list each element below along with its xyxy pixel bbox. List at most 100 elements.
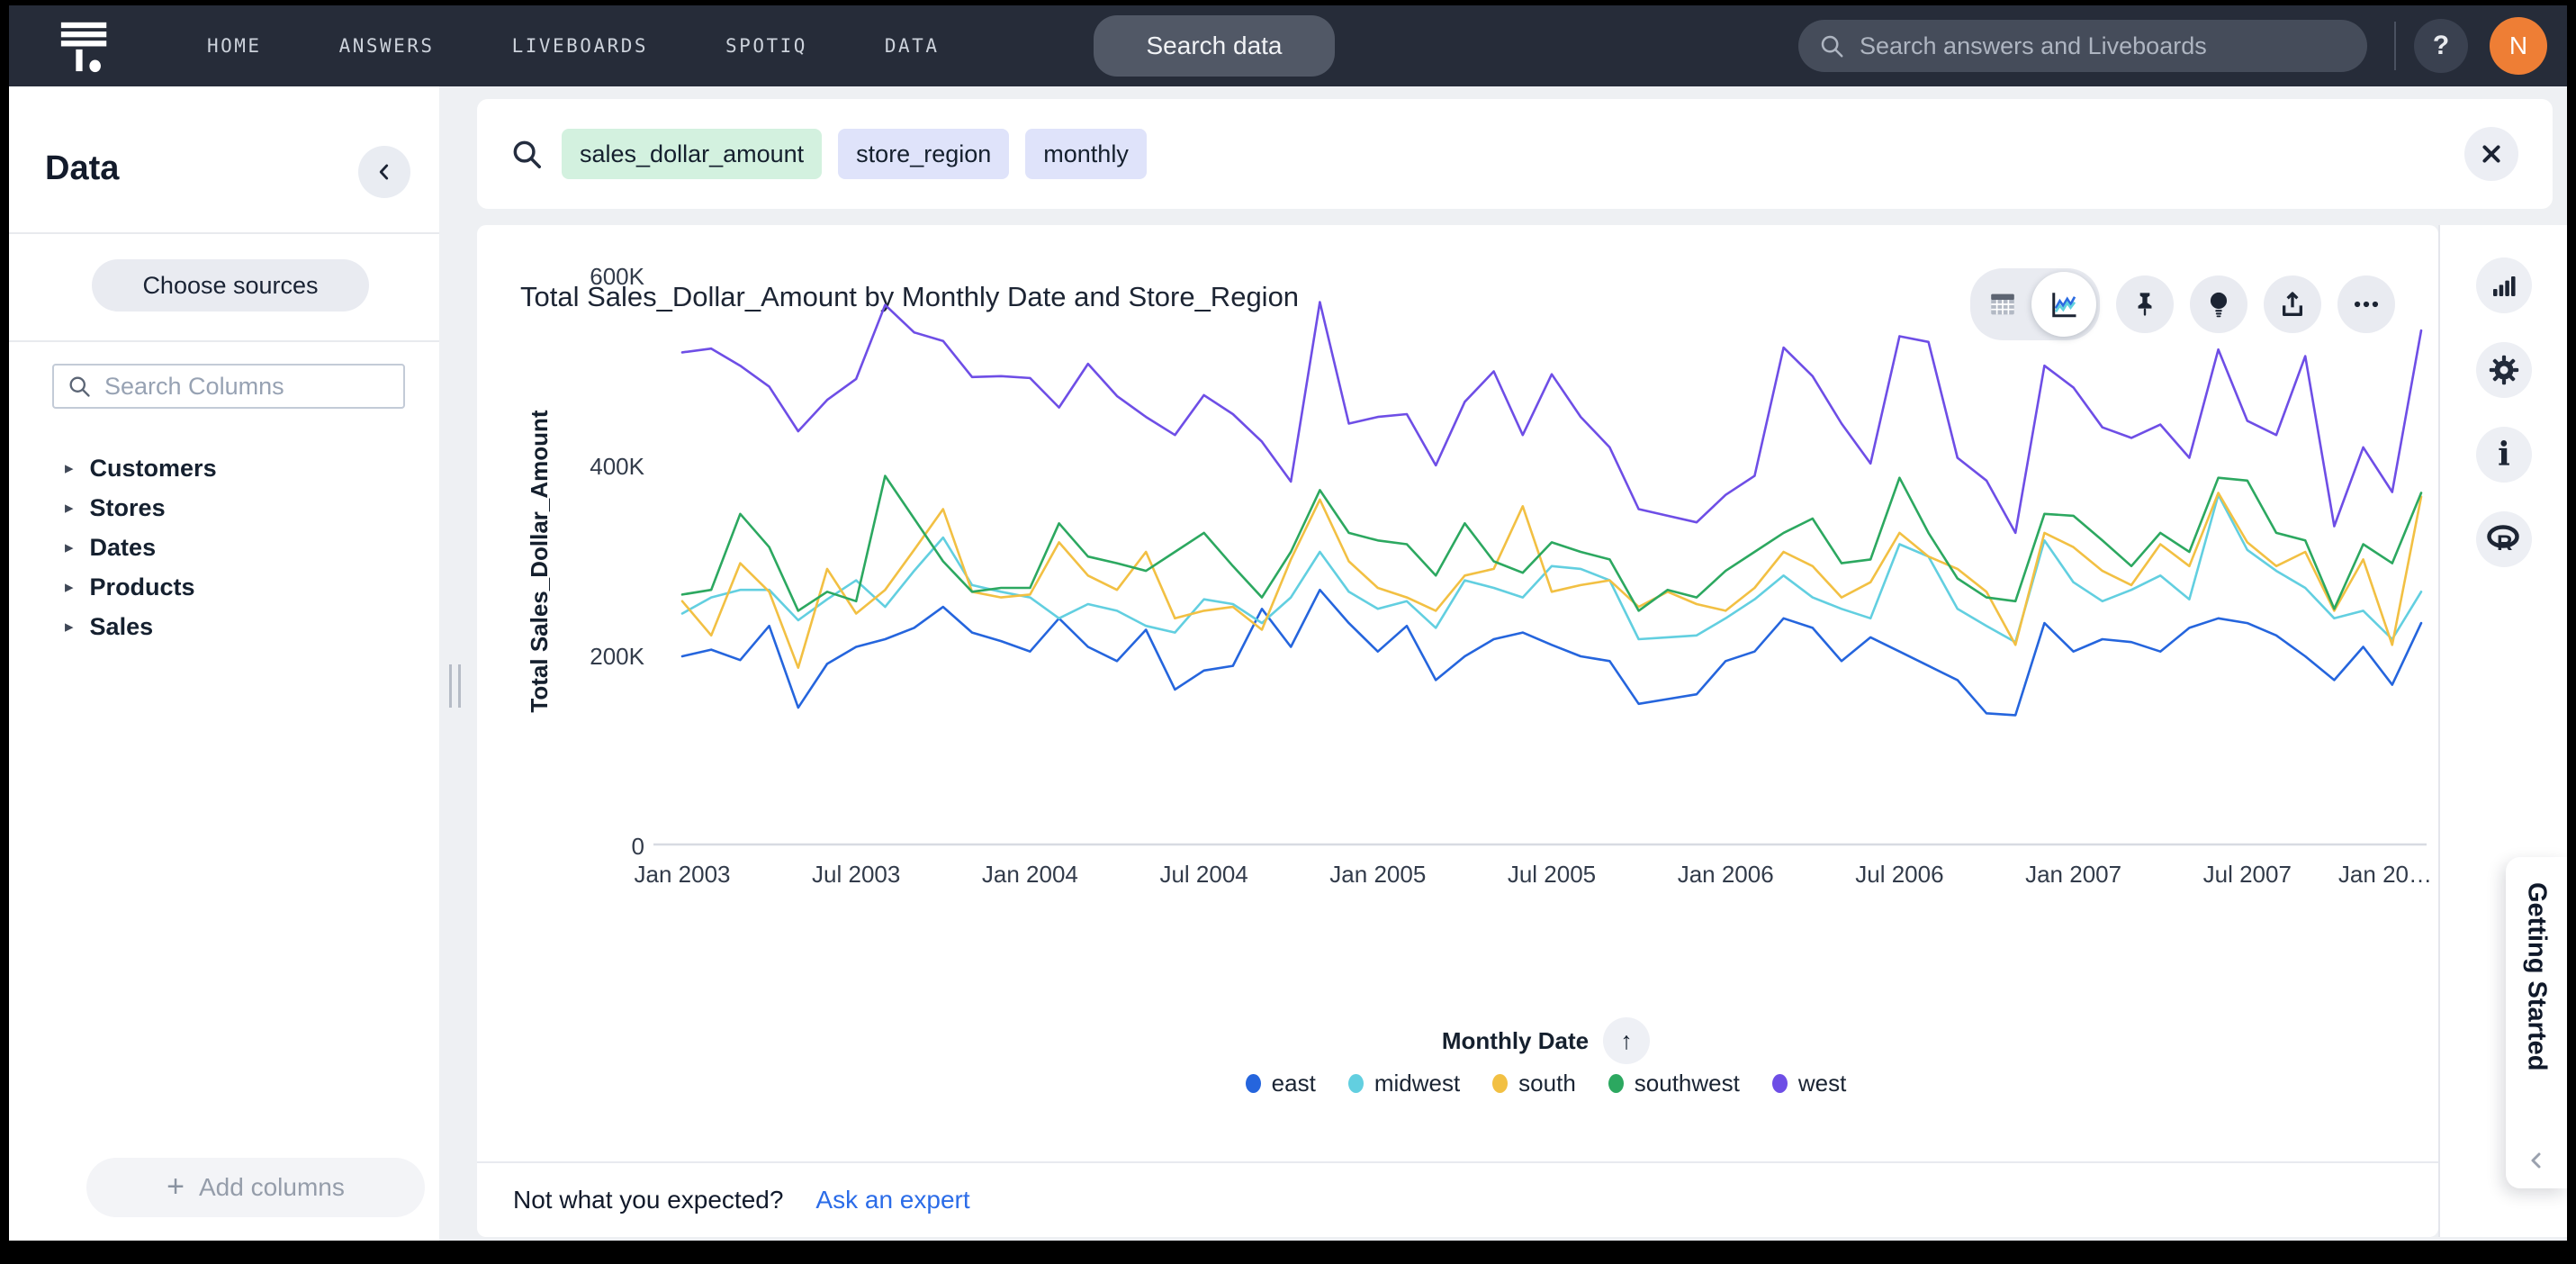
clear-search-button[interactable] (2464, 127, 2518, 181)
info-button[interactable]: i (2476, 427, 2532, 483)
legend-dot-icon (1608, 1074, 1624, 1093)
nav-item-data[interactable]: DATA (885, 35, 940, 57)
tree-item-stores[interactable]: ▸ Stores (65, 488, 217, 528)
legend-dot-icon (1348, 1074, 1364, 1093)
caret-right-icon[interactable]: ▸ (65, 618, 74, 636)
close-icon (2480, 142, 2503, 166)
top-nav: HOME ANSWERS LIVEBOARDS SPOTIQ DATA Search d… (9, 5, 2567, 86)
tree-item-label: Dates (90, 534, 157, 562)
svg-text:400K: 400K (590, 453, 644, 480)
svg-text:Jul 2003: Jul 2003 (812, 861, 900, 888)
legend-label: south (1518, 1070, 1576, 1097)
svg-text:Jan 2004: Jan 2004 (982, 861, 1078, 888)
chevron-left-icon (373, 160, 396, 184)
plus-icon: + (167, 1171, 185, 1202)
legend-item-east[interactable]: east (1246, 1070, 1316, 1097)
tree-item-label: Products (90, 573, 195, 601)
legend-dot-icon (1772, 1074, 1788, 1093)
line-chart[interactable]: Total Sales_Dollar_Amount 0 200K 400K 600K Ja… (477, 225, 2438, 1017)
svg-text:Jul 2007: Jul 2007 (2203, 861, 2292, 888)
series-line-east[interactable] (682, 590, 2421, 715)
nav-item-spotiq[interactable]: SPOTIQ (725, 35, 807, 57)
svg-text:600K: 600K (590, 263, 644, 290)
search-token-sales_dollar_amount[interactable]: sales_dollar_amount (562, 129, 822, 179)
settings-button[interactable] (2476, 342, 2532, 398)
answer-footer: Not what you expected? Ask an expert (477, 1161, 2438, 1237)
tree-item-label: Customers (90, 455, 217, 483)
tree-item-customers[interactable]: ▸ Customers (65, 448, 217, 488)
svg-text:Jul 2006: Jul 2006 (1855, 861, 1943, 888)
avatar[interactable]: N (2490, 17, 2547, 75)
tree-item-label: Sales (90, 613, 154, 641)
search-data-button[interactable]: Search data (1094, 15, 1335, 77)
arrow-up-icon: ↑ (1620, 1027, 1633, 1055)
add-columns-button[interactable]: + Add columns (86, 1158, 425, 1217)
svg-text:Jan 2006: Jan 2006 (1678, 861, 1774, 888)
search-token-monthly[interactable]: monthly (1025, 129, 1147, 179)
legend-item-midwest[interactable]: midwest (1348, 1070, 1460, 1097)
svg-text:Jan 2005: Jan 2005 (1329, 861, 1426, 888)
search-columns-input[interactable]: Search Columns (52, 364, 405, 409)
panel-resize-handle[interactable] (449, 664, 461, 708)
search-icon (1818, 32, 1845, 59)
legend-label: west (1798, 1070, 1846, 1097)
chart-config-button[interactable] (2476, 257, 2532, 313)
choose-sources-button[interactable]: Choose sources (92, 259, 369, 311)
svg-text:Jan 2003: Jan 2003 (635, 861, 731, 888)
tree-item-products[interactable]: ▸ Products (65, 567, 217, 607)
nav-item-liveboards[interactable]: LIVEBOARDS (512, 35, 648, 57)
sidebar-collapse-button[interactable] (358, 146, 410, 198)
x-axis-title: Monthly Date (1442, 1027, 1589, 1055)
source-tree: ▸ Customers ▸ Stores ▸ Dates ▸ Products ▸ Sales (65, 448, 217, 646)
search-icon (67, 374, 92, 399)
sort-ascending-button[interactable]: ↑ (1603, 1017, 1650, 1064)
tree-item-dates[interactable]: ▸ Dates (65, 528, 217, 567)
getting-started-label: Getting Started (2522, 882, 2552, 1070)
thoughtspot-logo-icon[interactable] (56, 16, 115, 76)
svg-text:Jan 20…: Jan 20… (2338, 861, 2432, 888)
nav-item-answers[interactable]: ANSWERS (339, 35, 435, 57)
series-line-west[interactable] (682, 302, 2421, 533)
sidebar-title: Data (45, 149, 119, 188)
answer-card: Total Sales_Dollar_Amount by Monthly Dat… (477, 225, 2438, 1237)
legend-label: east (1272, 1070, 1316, 1097)
caret-right-icon[interactable]: ▸ (65, 539, 74, 556)
legend-item-west[interactable]: west (1772, 1070, 1846, 1097)
nav-menu: HOME ANSWERS LIVEBOARDS SPOTIQ DATA (207, 5, 939, 86)
chevron-left-icon[interactable] (2526, 1150, 2547, 1176)
help-button[interactable]: ? (2414, 19, 2468, 73)
svg-text:Total Sales_Dollar_Amount: Total Sales_Dollar_Amount (526, 410, 553, 712)
series-line-south[interactable] (682, 493, 2421, 668)
data-sidebar: Data Choose sources Search Columns ▸ Cust… (9, 86, 439, 1241)
search-icon (509, 137, 544, 171)
gear-icon (2488, 354, 2520, 386)
r-logo-icon: R (2486, 524, 2522, 555)
bar-chart-icon (2490, 271, 2518, 300)
caret-right-icon[interactable]: ▸ (65, 460, 74, 477)
tree-item-sales[interactable]: ▸ Sales (65, 607, 217, 646)
search-columns-placeholder: Search Columns (104, 373, 284, 401)
tree-item-label: Stores (90, 494, 166, 522)
svg-text:Jul 2004: Jul 2004 (1159, 861, 1247, 888)
nav-item-home[interactable]: HOME (207, 35, 262, 57)
svg-text:0: 0 (632, 833, 644, 860)
x-axis-label-row: Monthly Date ↑ (653, 1017, 2438, 1064)
legend-item-southwest[interactable]: southwest (1608, 1070, 1740, 1097)
legend-item-south[interactable]: south (1492, 1070, 1576, 1097)
r-analysis-button[interactable]: R (2476, 511, 2532, 567)
nav-divider (2394, 22, 2396, 70)
global-search-placeholder: Search answers and Liveboards (1860, 32, 2207, 60)
search-token-store_region[interactable]: store_region (838, 129, 1009, 179)
footer-question: Not what you expected? (513, 1186, 783, 1214)
series-line-midwest[interactable] (682, 495, 2421, 643)
ask-an-expert-link[interactable]: Ask an expert (815, 1186, 969, 1214)
getting-started-panel[interactable]: Getting Started (2506, 857, 2567, 1188)
svg-text:200K: 200K (590, 643, 644, 670)
search-token-bar[interactable]: sales_dollar_amount store_region monthly (477, 99, 2553, 209)
token-list: sales_dollar_amount store_region monthly (562, 129, 1147, 179)
global-search-input[interactable]: Search answers and Liveboards (1798, 20, 2367, 72)
caret-right-icon[interactable]: ▸ (65, 579, 74, 596)
svg-text:R: R (2497, 531, 2512, 555)
add-columns-label: Add columns (199, 1173, 345, 1202)
caret-right-icon[interactable]: ▸ (65, 500, 74, 517)
